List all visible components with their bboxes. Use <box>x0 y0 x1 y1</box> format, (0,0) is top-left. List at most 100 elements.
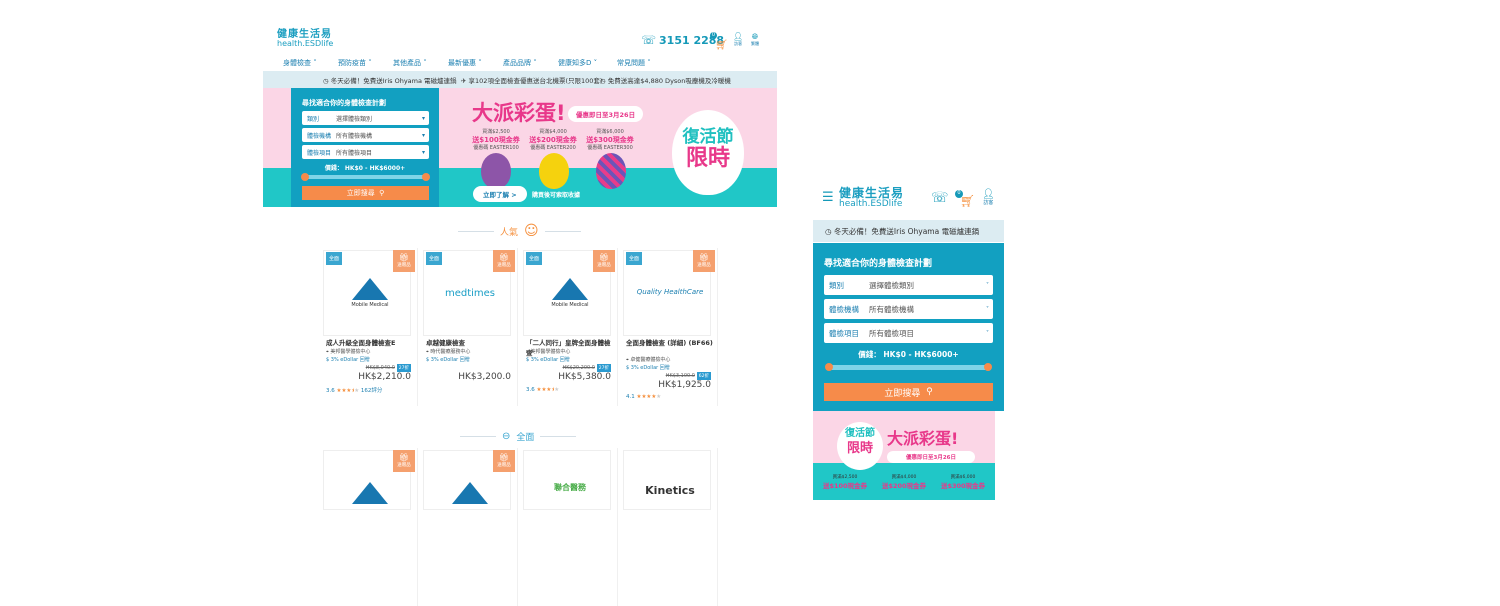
mobile-medical-logo <box>352 482 388 504</box>
location-text: 時代醫療服務中心 <box>430 349 471 355</box>
product-card[interactable]: 聯合醫務 <box>523 448 618 606</box>
slider-max-handle[interactable] <box>984 363 992 371</box>
search-panel: 尋找適合你的身體檢查計劃 類別 選擇體檢類別 ▾ 體檢機構 所有體檢機構 ▾ 體檢項目所… <box>291 88 439 207</box>
product-card[interactable]: 全面 🎁︎ 送贈品 Quality HealthCare 全面身體檢查 (詳細) (BF… <box>623 248 718 406</box>
notice-item[interactable]: ◷ 免費送高達$4,880 Dyson吸塵機及冷暖機 <box>600 75 731 85</box>
offer-gift: 送$200現金券 <box>529 136 577 144</box>
mobile-medical-logo <box>352 278 388 300</box>
chevron-down-icon: ˅ <box>986 281 989 289</box>
chevron-down-icon: ˅ <box>986 305 989 313</box>
guest-button[interactable]: 👤︎ 訪客 <box>733 33 743 47</box>
nav-label: 其他產品 <box>393 59 421 67</box>
search-title: 尋找適合你的身體檢查計劃 <box>824 259 933 269</box>
gift-icon: 🎁︎ <box>698 253 710 262</box>
offer: 買滿$2,500 送$100現金券 <box>815 474 875 490</box>
mobile-cart-button[interactable]: 0 🛒︎ <box>955 190 975 209</box>
search-button[interactable]: 立即搜尋 ⚲ <box>302 186 429 200</box>
product-card[interactable]: 全面 🎁︎ 送贈品 Mobile Medical 「二人同行」皇牌全面身體檢查 ⌖ 美邦醫… <box>523 248 618 406</box>
offer-gift: 送$100現金券 <box>472 136 520 144</box>
globe-icon: 🌐︎ <box>751 32 759 41</box>
logo-en: health.ESDlife <box>277 39 334 48</box>
location-text: 美邦醫學體檢中心 <box>530 349 571 355</box>
nav-item[interactable]: 其他產品 ˅ <box>393 58 427 68</box>
location: ⌖ 卓健醫療體檢中心 <box>626 356 670 363</box>
plane-icon: ✈ <box>461 77 467 85</box>
nav-item[interactable]: 身體檢查 ˅ <box>283 58 317 68</box>
logo-zh: 健康生活易 <box>839 186 905 200</box>
field-label: 類別 <box>307 115 320 123</box>
edollar-rebate: $ 3% eDollar 回贈 <box>526 356 570 363</box>
category-tag: 全面 <box>426 252 443 265</box>
location-pin-icon: ⌖ <box>426 349 429 355</box>
notice-item[interactable]: ✈ 享102項全面檢查優惠送台北機票(只限100套) <box>461 75 602 85</box>
slider-max-handle[interactable] <box>422 173 430 181</box>
cart-button[interactable]: 0 🛒︎ <box>710 32 728 52</box>
nav-label: 產品品牌 <box>503 59 531 67</box>
chevron-down-icon: ▾ <box>421 114 425 122</box>
review-count[interactable]: 162評分 <box>361 388 383 394</box>
hamburger-menu-icon[interactable]: ☰ <box>822 190 834 205</box>
gift-badge: 🎁︎ 送贈品 <box>393 450 415 472</box>
site-logo[interactable]: 健康生活易 health.ESDlife <box>277 30 334 49</box>
offer-gift: 送$300現金券 <box>586 136 634 144</box>
offer: 買滿$2,500 送$100現金券 優惠碼 EASTER100 <box>471 128 521 152</box>
banner-period: 優惠即日至3月26日 <box>887 451 975 463</box>
product-card[interactable]: 全面 🎁︎ 送贈品 medtimes 卓越健康檢查 ⌖ 時代醫療服務中心 $ 3% eDol… <box>423 248 518 406</box>
offer-gift: 送$200現金券 <box>881 482 927 490</box>
field-value: 所有體檢機構 <box>869 304 914 314</box>
slider-min-handle[interactable] <box>825 363 833 371</box>
price-slider[interactable] <box>301 173 430 181</box>
price-label: 價錢： HK$0 - HK$6000+ <box>858 350 959 359</box>
slider-min-handle[interactable] <box>301 173 309 181</box>
provider-select[interactable]: 體檢機構 所有體檢機構 ▾ <box>302 128 429 142</box>
mobile-notice-bar[interactable]: ◷ 冬天必備！免費送Iris Ohyama 電磁爐連鍋 <box>813 220 1004 242</box>
nav-label: 最新優惠 <box>448 59 476 67</box>
rating-value: 3.6 <box>326 388 335 394</box>
product-title[interactable]: 成人升級全面身體檢查E <box>326 338 414 348</box>
coin-icon: $ <box>426 357 430 363</box>
item-select[interactable]: 體檢項目 所有體檢項目 ˅ <box>824 323 993 343</box>
learn-more-button[interactable]: 立即了解 > <box>473 186 527 202</box>
location-text: 卓健醫療體檢中心 <box>630 357 671 363</box>
field-value: 所有體檢機構 <box>336 132 373 140</box>
mobile-medical-logo <box>452 482 488 504</box>
provider-select[interactable]: 體檢機構 所有體檢機構 ˅ <box>824 299 993 319</box>
location-text: 美邦醫學體檢中心 <box>330 349 371 355</box>
nav-item[interactable]: 常見問題 ˅ <box>617 58 651 68</box>
offer: 買滿$4,000 送$200現金券 <box>874 474 934 490</box>
chevron-down-icon: ˅ <box>986 329 989 337</box>
item-select[interactable]: 體檢項目 所有體檢項目 ▾ <box>302 145 429 159</box>
brand-logo: Kinetics <box>645 484 695 497</box>
product-card[interactable]: Kinetics <box>623 448 718 606</box>
coin-icon: $ <box>326 357 330 363</box>
phone-chat-icon[interactable]: ☏ <box>931 190 949 206</box>
edollar-rebate: $ 3% eDollar 回贈 <box>326 356 370 363</box>
product-card[interactable]: 🎁︎ 送贈品 <box>323 448 418 606</box>
price: HK$3,200.0 <box>458 372 511 382</box>
notice-item[interactable]: ◷ 冬天必備！免費送Iris Ohyama 電磁爐連鍋 <box>323 75 457 85</box>
gift-badge: 🎁︎ 送贈品 <box>393 250 415 272</box>
category-select[interactable]: 類別 選擇體檢類別 ˅ <box>824 275 993 295</box>
product-card[interactable]: 🎁︎ 送贈品 <box>423 448 518 606</box>
product-title[interactable]: 全面身體檢查 (詳細) (BF66) <box>626 338 714 348</box>
product-card[interactable]: 全面 🎁︎ 送贈品 Mobile Medical 成人升級全面身體檢查E ⌖ 美邦醫學體檢… <box>323 248 418 406</box>
search-button[interactable]: 立即搜尋 ⚲ <box>824 383 993 401</box>
gift-icon: 🎁︎ <box>498 253 510 262</box>
cart-icon: 🛒︎ <box>715 40 728 51</box>
offer-gift: 送$100現金券 <box>822 482 868 490</box>
nav-item[interactable]: 健康知多D ˅ <box>558 58 597 68</box>
offer-min: 買滿$4,000 <box>539 129 567 135</box>
badge-line2: 限時 <box>846 441 873 456</box>
mobile-guest-button[interactable]: 👤︎ 訪客 <box>982 190 995 208</box>
mobile-logo[interactable]: 健康生活易 health.ESDlife <box>839 186 905 210</box>
nav-item[interactable]: 預防疫苗 ˅ <box>338 58 372 68</box>
nav-item[interactable]: 最新優惠 ˅ <box>448 58 482 68</box>
user-icon: 👤︎ <box>982 189 995 200</box>
language-button[interactable]: 🌐︎ 繁體 <box>751 33 759 47</box>
price-slider[interactable] <box>825 363 992 371</box>
gift-label: 送贈品 <box>697 263 711 268</box>
badge-line2: 限時 <box>685 146 730 171</box>
product-title[interactable]: 卓越健康檢查 <box>426 338 514 348</box>
nav-item[interactable]: 產品品牌 ˅ <box>503 58 537 68</box>
category-select[interactable]: 類別 選擇體檢類別 ▾ <box>302 111 429 125</box>
